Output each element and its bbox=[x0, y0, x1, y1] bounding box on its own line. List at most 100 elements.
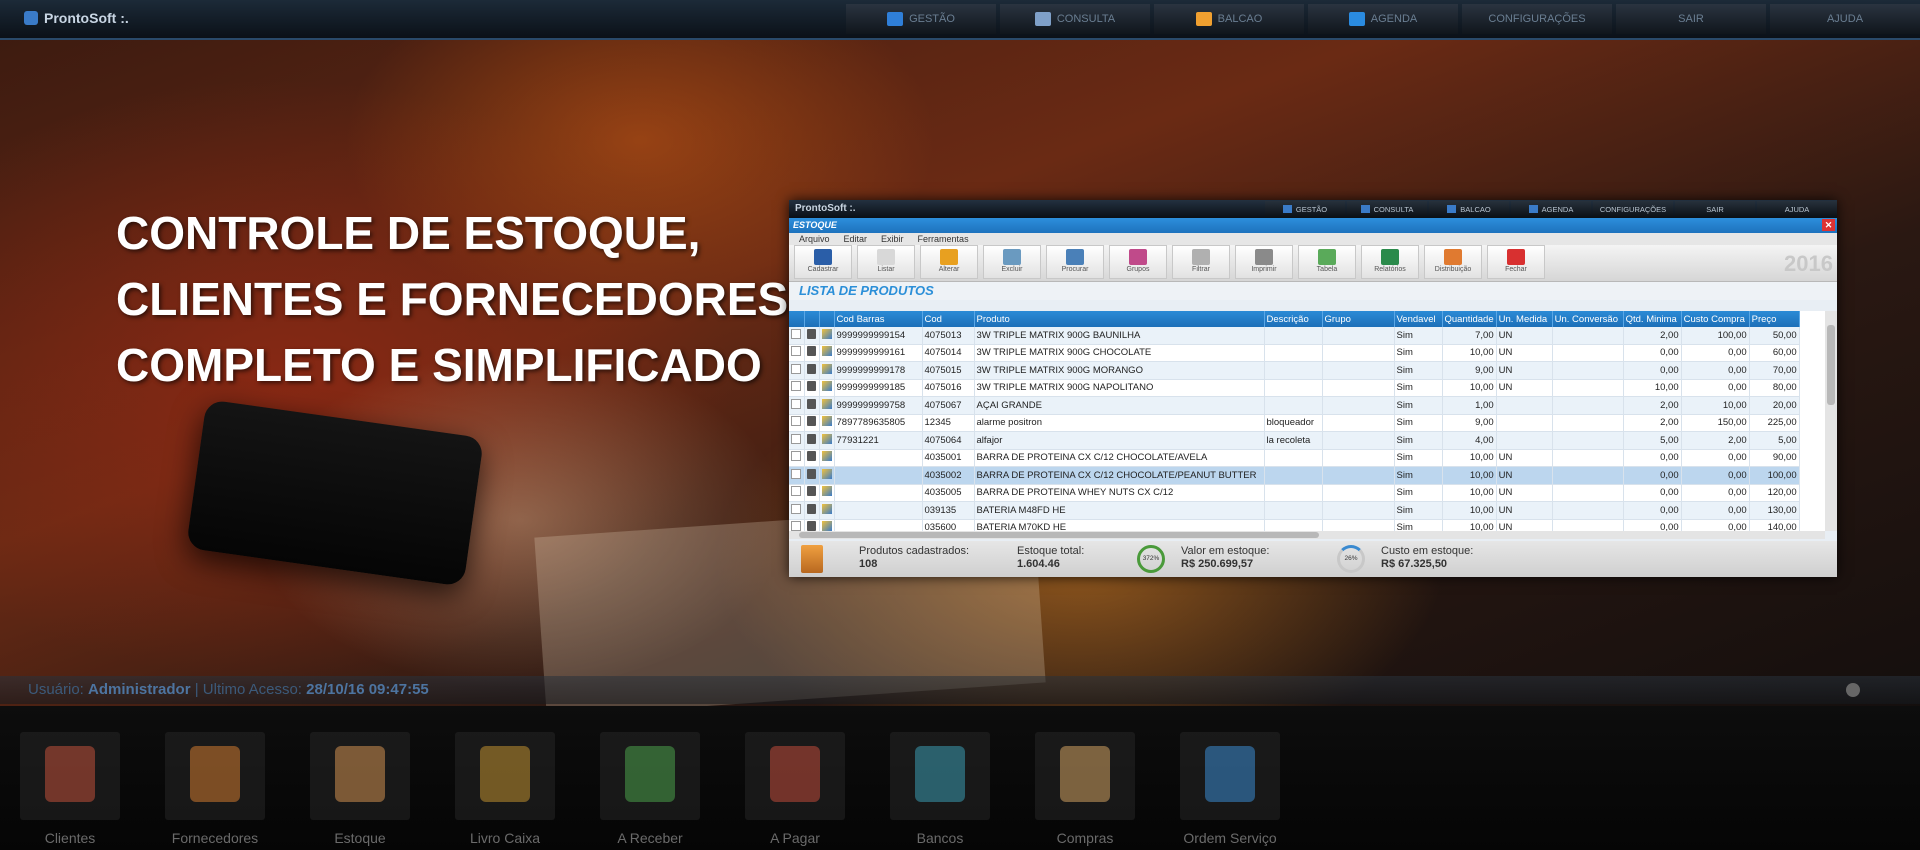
row-checkbox[interactable] bbox=[791, 398, 802, 409]
row-checkbox[interactable] bbox=[791, 521, 802, 531]
dock-button-2[interactable]: Estoque bbox=[305, 726, 415, 850]
topnav-item-6[interactable]: AJUDA bbox=[1770, 4, 1920, 34]
menu-item-arquivo[interactable]: Arquivo bbox=[799, 233, 830, 245]
edit-icon[interactable] bbox=[821, 381, 832, 392]
column-header[interactable]: Un. Conversão bbox=[1552, 311, 1624, 327]
table-row[interactable]: 4035005 BARRA DE PROTEINA WHEY NUTS CX C/… bbox=[789, 484, 1800, 502]
column-header[interactable]: Produto bbox=[974, 311, 1265, 327]
dock-button-5[interactable]: A Pagar bbox=[740, 726, 850, 850]
table-row[interactable]: 9999999999178 4075015 3W TRIPLE MATRIX 900… bbox=[789, 361, 1800, 380]
window-nav-item-4[interactable]: CONFIGURAÇÕES bbox=[1593, 201, 1673, 217]
row-checkbox[interactable] bbox=[791, 381, 802, 392]
column-header[interactable]: Grupo bbox=[1322, 311, 1395, 327]
table-row[interactable]: 9999999999758 4075067 AÇAI GRANDE Sim 1,00 2,… bbox=[789, 396, 1800, 415]
topnav-item-0[interactable]: GESTÃO bbox=[846, 4, 996, 34]
column-header[interactable]: Un. Medida bbox=[1496, 311, 1553, 327]
trash-icon[interactable] bbox=[807, 521, 816, 531]
toolbar-button-4[interactable]: Procurar bbox=[1046, 245, 1104, 279]
edit-icon[interactable] bbox=[821, 468, 832, 479]
column-header[interactable]: Preço bbox=[1749, 311, 1800, 327]
edit-icon[interactable] bbox=[821, 451, 832, 462]
row-checkbox[interactable] bbox=[791, 433, 802, 444]
menu-item-exibir[interactable]: Exibir bbox=[881, 233, 904, 245]
trash-icon[interactable] bbox=[807, 398, 816, 409]
column-header[interactable]: Cod Barras bbox=[834, 311, 923, 327]
dock-button-8[interactable]: Ordem Serviço bbox=[1175, 726, 1285, 850]
edit-icon[interactable] bbox=[821, 416, 832, 427]
row-checkbox[interactable] bbox=[791, 363, 802, 374]
topnav-item-4[interactable]: CONFIGURAÇÕES bbox=[1462, 4, 1612, 34]
trash-icon[interactable] bbox=[807, 346, 816, 357]
toolbar-button-0[interactable]: Cadastrar bbox=[794, 245, 852, 279]
dock-button-4[interactable]: A Receber bbox=[595, 726, 705, 850]
edit-icon[interactable] bbox=[821, 503, 832, 514]
edit-icon[interactable] bbox=[821, 398, 832, 409]
column-header[interactable]: Cod bbox=[922, 311, 975, 327]
edit-icon[interactable] bbox=[821, 433, 832, 444]
dock-button-3[interactable]: Livro Caixa bbox=[450, 726, 560, 850]
toolbar-button-6[interactable]: Filtrar bbox=[1172, 245, 1230, 279]
hscroll-thumb[interactable] bbox=[799, 532, 1319, 538]
toolbar-button-8[interactable]: Tabela bbox=[1298, 245, 1356, 279]
trash-icon[interactable] bbox=[807, 486, 816, 497]
row-checkbox[interactable] bbox=[791, 328, 802, 339]
window-nav-item-5[interactable]: SAIR bbox=[1675, 201, 1755, 217]
scroll-thumb[interactable] bbox=[1827, 325, 1835, 405]
edit-icon[interactable] bbox=[821, 328, 832, 339]
trash-icon[interactable] bbox=[807, 433, 816, 444]
dock-button-7[interactable]: Compras bbox=[1030, 726, 1140, 850]
close-icon[interactable]: ✕ bbox=[1822, 219, 1835, 231]
trash-icon[interactable] bbox=[807, 416, 816, 427]
window-nav-item-1[interactable]: CONSULTA bbox=[1347, 201, 1427, 217]
toolbar-button-9[interactable]: Relatórios bbox=[1361, 245, 1419, 279]
lock-icon[interactable] bbox=[1846, 683, 1860, 697]
toolbar-button-1[interactable]: Listar bbox=[857, 245, 915, 279]
column-header[interactable]: Custo Compra bbox=[1681, 311, 1750, 327]
table-row[interactable]: 77931221 4075064 alfajor la recoleta Sim 4,00… bbox=[789, 431, 1800, 450]
table-row[interactable]: 7897789635805 12345 alarme positron bloquea… bbox=[789, 414, 1800, 432]
trash-icon[interactable] bbox=[807, 363, 816, 374]
menu-item-editar[interactable]: Editar bbox=[844, 233, 868, 245]
table-row[interactable]: 9999999999161 4075014 3W TRIPLE MATRIX 900… bbox=[789, 344, 1800, 362]
table-row[interactable]: 039135 BATERIA M48FD HE Sim 10,00 UN 0,00 0,00… bbox=[789, 501, 1800, 520]
table-row[interactable]: 9999999999185 4075016 3W TRIPLE MATRIX 900… bbox=[789, 379, 1800, 397]
edit-icon[interactable] bbox=[821, 486, 832, 497]
toolbar-button-11[interactable]: Fechar bbox=[1487, 245, 1545, 279]
column-header[interactable]: Qtd. Minima bbox=[1623, 311, 1682, 327]
window-nav-item-6[interactable]: AJUDA bbox=[1757, 201, 1837, 217]
horizontal-scrollbar[interactable] bbox=[789, 531, 1825, 539]
row-checkbox[interactable] bbox=[791, 468, 802, 479]
menu-item-ferramentas[interactable]: Ferramentas bbox=[918, 233, 969, 245]
topnav-item-1[interactable]: CONSULTA bbox=[1000, 4, 1150, 34]
toolbar-button-2[interactable]: Alterar bbox=[920, 245, 978, 279]
window-nav-item-0[interactable]: GESTÃO bbox=[1265, 201, 1345, 217]
row-checkbox[interactable] bbox=[791, 416, 802, 427]
toolbar-button-5[interactable]: Grupos bbox=[1109, 245, 1167, 279]
trash-icon[interactable] bbox=[807, 468, 816, 479]
window-nav-item-3[interactable]: AGENDA bbox=[1511, 201, 1591, 217]
topnav-item-2[interactable]: BALCAO bbox=[1154, 4, 1304, 34]
window-nav-item-2[interactable]: BALCAO bbox=[1429, 201, 1509, 217]
edit-icon[interactable] bbox=[821, 521, 832, 531]
column-header[interactable]: Vendavel bbox=[1394, 311, 1443, 327]
trash-icon[interactable] bbox=[807, 328, 816, 339]
row-checkbox[interactable] bbox=[791, 346, 802, 357]
row-checkbox[interactable] bbox=[791, 451, 802, 462]
table-row[interactable]: 4035002 BARRA DE PROTEINA CX C/12 CHOCOLA… bbox=[789, 466, 1800, 485]
vertical-scrollbar[interactable] bbox=[1825, 311, 1837, 531]
dock-button-6[interactable]: Bancos bbox=[885, 726, 995, 850]
edit-icon[interactable] bbox=[821, 346, 832, 357]
dock-button-1[interactable]: Fornecedores bbox=[160, 726, 270, 850]
topnav-item-5[interactable]: SAIR bbox=[1616, 4, 1766, 34]
topnav-item-3[interactable]: AGENDA bbox=[1308, 4, 1458, 34]
toolbar-button-7[interactable]: Imprimir bbox=[1235, 245, 1293, 279]
column-header[interactable]: Quantidade bbox=[1442, 311, 1497, 327]
table-row[interactable]: 9999999999154 4075013 3W TRIPLE MATRIX 900… bbox=[789, 327, 1800, 345]
trash-icon[interactable] bbox=[807, 451, 816, 462]
table-row[interactable]: 035600 BATERIA M70KD HE Sim 10,00 UN 0,00 0,00… bbox=[789, 519, 1800, 531]
edit-icon[interactable] bbox=[821, 363, 832, 374]
column-header[interactable]: Descrição bbox=[1264, 311, 1323, 327]
row-checkbox[interactable] bbox=[791, 486, 802, 497]
trash-icon[interactable] bbox=[807, 503, 816, 514]
table-row[interactable]: 4035001 BARRA DE PROTEINA CX C/12 CHOCOLA… bbox=[789, 449, 1800, 467]
